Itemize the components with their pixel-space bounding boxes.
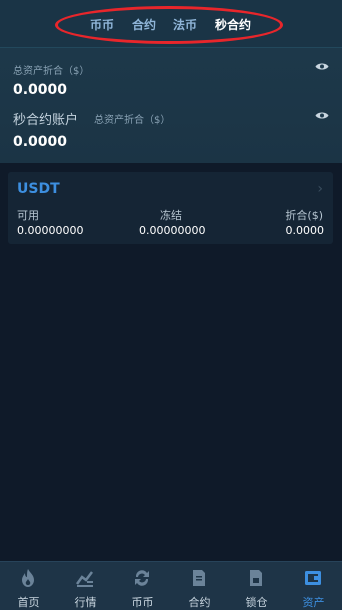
tab-spot[interactable]: 币币 bbox=[90, 16, 114, 33]
nav-label: 锁仓 bbox=[245, 596, 268, 609]
nav-label: 币币 bbox=[131, 596, 154, 609]
assets-header: 币币 合约 法币 秒合约 总资产折合（$） 0.0000 秒合约账户 总资产折合… bbox=[0, 0, 342, 163]
tab-second-contract[interactable]: 秒合约 bbox=[215, 16, 251, 33]
tab-fiat[interactable]: 法币 bbox=[173, 16, 197, 33]
asset-name: USDT bbox=[17, 181, 60, 197]
nav-market[interactable]: 行情 bbox=[57, 562, 114, 610]
nav-label: 行情 bbox=[74, 596, 97, 609]
nav-spot[interactable]: 币币 bbox=[114, 562, 171, 610]
available-value: 0.00000000 bbox=[17, 224, 84, 237]
total-assets-label: 总资产折合（$） bbox=[13, 66, 90, 77]
nav-home[interactable]: 首页 bbox=[0, 562, 57, 610]
account-tabs: 币币 合约 法币 秒合约 bbox=[0, 0, 342, 48]
fire-icon bbox=[22, 569, 34, 587]
account-total-label: 总资产折合（$） bbox=[94, 115, 171, 126]
exchange-icon bbox=[135, 570, 149, 586]
frozen-value: 0.00000000 bbox=[139, 224, 206, 237]
wallet-icon bbox=[305, 571, 321, 585]
account-title: 秒合约账户 bbox=[13, 113, 79, 128]
account-total-value: 0.0000 bbox=[13, 134, 68, 150]
nav-label: 资产 bbox=[302, 596, 325, 609]
document-icon bbox=[193, 570, 205, 586]
tab-contract[interactable]: 合约 bbox=[132, 16, 156, 33]
nav-assets[interactable]: 资产 bbox=[285, 562, 342, 610]
lock-document-icon bbox=[250, 570, 262, 586]
eye-icon[interactable] bbox=[315, 111, 329, 120]
nav-lock[interactable]: 锁仓 bbox=[228, 562, 285, 610]
bottom-nav: 首页 行情 币币 合约 锁仓 资产 bbox=[0, 561, 342, 610]
available-label: 可用 bbox=[17, 209, 39, 222]
asset-card-usdt[interactable]: USDT › 可用 0.00000000 冻结 0.00000000 折合($)… bbox=[8, 172, 333, 244]
eye-icon[interactable] bbox=[315, 62, 329, 71]
nav-label: 合约 bbox=[188, 596, 211, 609]
chart-icon bbox=[75, 571, 93, 587]
total-assets-value: 0.0000 bbox=[13, 82, 68, 98]
chevron-right-icon: › bbox=[317, 181, 323, 197]
converted-label: 折合($) bbox=[285, 209, 323, 222]
nav-contract[interactable]: 合约 bbox=[171, 562, 228, 610]
frozen-label: 冻结 bbox=[160, 209, 182, 222]
converted-value: 0.0000 bbox=[285, 224, 325, 237]
nav-label: 首页 bbox=[17, 596, 40, 609]
